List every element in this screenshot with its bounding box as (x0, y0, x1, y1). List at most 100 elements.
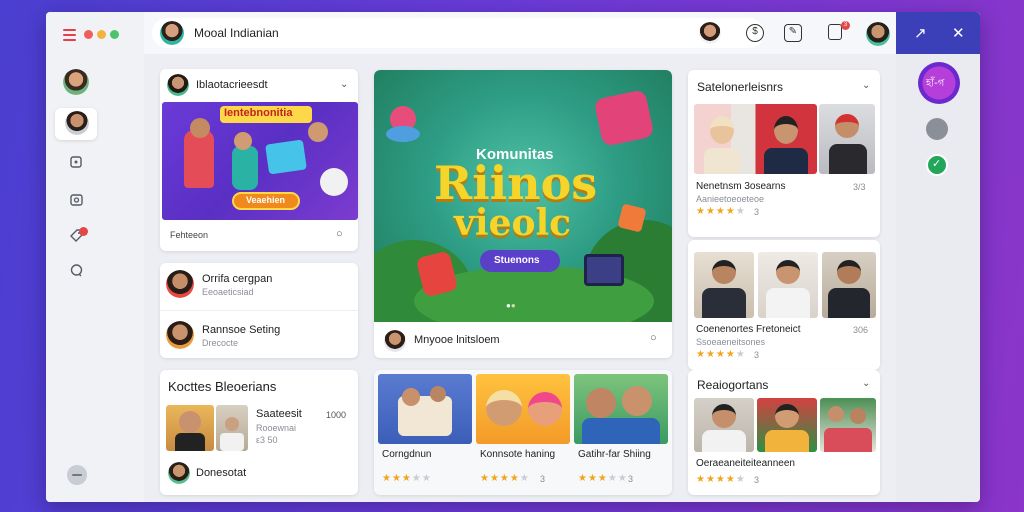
sidebar-user-avatar[interactable] (65, 111, 89, 135)
carousel-dots[interactable]: ●● (506, 301, 516, 310)
chat-icon[interactable] (67, 263, 85, 281)
rating-stars: ★★★★★ (696, 349, 746, 360)
app-window: Mooal Indianian $ ✎ 3 ↗ ✕ হাঁ-গ ✓ Iblaot… (46, 12, 980, 502)
chevron-down-icon[interactable]: ⌄ (340, 79, 348, 90)
edit-icon[interactable]: ↗ (914, 24, 927, 42)
rating-stars: ★★★★★ (696, 474, 746, 485)
user-sub-2: Drecocte (202, 338, 239, 348)
hero-avatar[interactable] (384, 330, 406, 352)
profile-avatar[interactable] (63, 69, 89, 95)
close-icon[interactable]: ✕ (952, 24, 965, 42)
rating-stars: ★★★★★ (480, 473, 530, 484)
coin-icon[interactable]: $ (746, 24, 764, 42)
user-name-1[interactable]: Orrifa cergpan (202, 273, 272, 285)
window-close-dot[interactable] (84, 30, 93, 39)
section1-thumb-1[interactable] (694, 104, 817, 174)
hero-button[interactable]: Stuenons (480, 250, 560, 272)
section2-thumb-3[interactable] (822, 252, 876, 318)
bottom-row: Corngdnun Konnsote haning Gatihr-far Shi… (374, 370, 672, 495)
bell-icon[interactable] (828, 24, 842, 40)
right-panel: ↗ ✕ হাঁ-গ ✓ (896, 12, 980, 502)
right-section-1: Satelonerleisnrs ⌄ Nenetnsm 3osearns 3/3… (688, 70, 880, 237)
header-avatar[interactable] (699, 22, 721, 44)
creators-title: Kocttes Bleoerians (168, 379, 277, 394)
hero-title-line2: vieolc (454, 202, 572, 244)
menu-icon[interactable] (63, 29, 76, 41)
rating-stars: ★★★★★ (696, 206, 746, 217)
section2-thumb-1[interactable] (694, 252, 754, 318)
creators-card: Kocttes Bleoerians Saateesit 1000 Rooewn… (160, 370, 358, 495)
home-icon[interactable] (67, 155, 85, 173)
creator-item-title[interactable]: Saateesit (256, 408, 302, 420)
user-list-card: Orrifa cergpan Eeoaeticsiad Rannsoe Seti… (160, 263, 358, 358)
rating-count: 3 (628, 474, 634, 484)
creator-thumb-2[interactable] (216, 405, 248, 451)
comment-icon[interactable]: ○ (650, 332, 657, 344)
right-section-2: Coenenortes Fretoneict 306 Ssoeaeneitson… (688, 240, 880, 370)
user-avatar-1[interactable] (866, 22, 890, 46)
creator-item-sub2: ε3 50 (256, 435, 278, 445)
bottom-user-name[interactable]: Donesotat (196, 467, 246, 479)
section3-thumb-1[interactable] (694, 398, 754, 452)
notification-badge: 3 (841, 21, 850, 30)
section2-thumb-2[interactable] (758, 252, 818, 318)
comment-icon[interactable]: ○ (336, 228, 343, 240)
search-text: Mooal Indianian (194, 26, 279, 40)
search-bar[interactable]: Mooal Indianian (152, 18, 764, 48)
user-avatar[interactable] (166, 270, 194, 298)
card-avatar (167, 74, 189, 96)
right-panel-header: ↗ ✕ (896, 12, 980, 54)
bottom-user-avatar[interactable] (168, 462, 190, 484)
user-avatar[interactable] (166, 321, 194, 349)
section3-name[interactable]: Oeraeaneiteiteanneen (696, 458, 795, 469)
section2-sub: Ssoeaeneitsones (696, 337, 766, 347)
bottom-thumb-3[interactable] (574, 374, 668, 444)
hero-card[interactable]: Komunitas Riinos vieolc Stuenons ●● Mnyo… (374, 70, 672, 358)
window-minimize-dot[interactable] (97, 30, 106, 39)
hero-button-label: Stuenons (494, 255, 540, 266)
search-avatar (160, 21, 184, 45)
hero-image[interactable]: Komunitas Riinos vieolc Stuenons ●● (374, 70, 672, 322)
section2-name[interactable]: Coenenortes Fretoneict (696, 324, 801, 335)
bottom-title-1[interactable]: Corngdnun (382, 449, 431, 460)
apple-icon[interactable] (926, 118, 948, 140)
banner-image[interactable]: Ientebnonitia Veaehien (162, 102, 358, 220)
section1-meta: 3/3 (853, 182, 866, 192)
rating-count: 3 (754, 475, 760, 485)
camera-icon[interactable] (67, 192, 85, 210)
tools-icon[interactable]: ✎ (784, 24, 802, 42)
app-logo[interactable]: হাঁ-গ (918, 62, 960, 104)
section3-title: Reaiogortans (697, 378, 769, 392)
rating-stars: ★★★★★ (578, 473, 628, 484)
bottom-title-3[interactable]: Gatihr-far Shiing (578, 449, 651, 460)
bottom-title-2[interactable]: Konnsote haning (480, 449, 555, 460)
user-name-2[interactable]: Rannsoe Seting (202, 324, 280, 336)
creator-thumb-1[interactable] (166, 405, 214, 451)
chevron-down-icon[interactable]: ⌄ (862, 80, 870, 91)
section1-name[interactable]: Nenetnsm 3osearns (696, 181, 786, 192)
check-icon[interactable]: ✓ (926, 154, 948, 176)
banner-title: Ientebnonitia (224, 107, 293, 119)
left-sidebar (46, 12, 144, 502)
right-section-3: Reaiogortans ⌄ Oeraeaneiteiteanneen ★★★★… (688, 370, 880, 495)
section1-title: Satelonerleisnrs (697, 80, 784, 94)
featured-card[interactable]: Iblaotacrieesdt ⌄ Ientebnonitia Veaehien… (160, 69, 358, 251)
banner-button[interactable]: Veaehien (246, 195, 285, 205)
section3-thumb-2[interactable] (757, 398, 817, 452)
bottom-thumb-2[interactable] (476, 374, 570, 444)
rating-count: 3 (754, 350, 760, 360)
card-title: Iblaotacrieesdt (196, 79, 268, 91)
section3-thumb-3[interactable] (820, 398, 876, 452)
section1-thumb-2[interactable] (819, 104, 875, 174)
creator-item-sub: Rooewnai (256, 423, 297, 433)
creator-item-meta: 1000 (326, 410, 347, 420)
settings-icon[interactable] (67, 465, 87, 485)
section2-meta: 306 (853, 325, 869, 335)
bottom-thumb-1[interactable] (378, 374, 472, 444)
chevron-down-icon[interactable]: ⌄ (862, 378, 870, 389)
logo-text: হাঁ-গ (926, 78, 945, 89)
rating-count: 3 (540, 474, 546, 484)
top-bar: Mooal Indianian $ ✎ 3 (144, 12, 925, 54)
rating-count: 3 (754, 207, 760, 217)
window-maximize-dot[interactable] (110, 30, 119, 39)
